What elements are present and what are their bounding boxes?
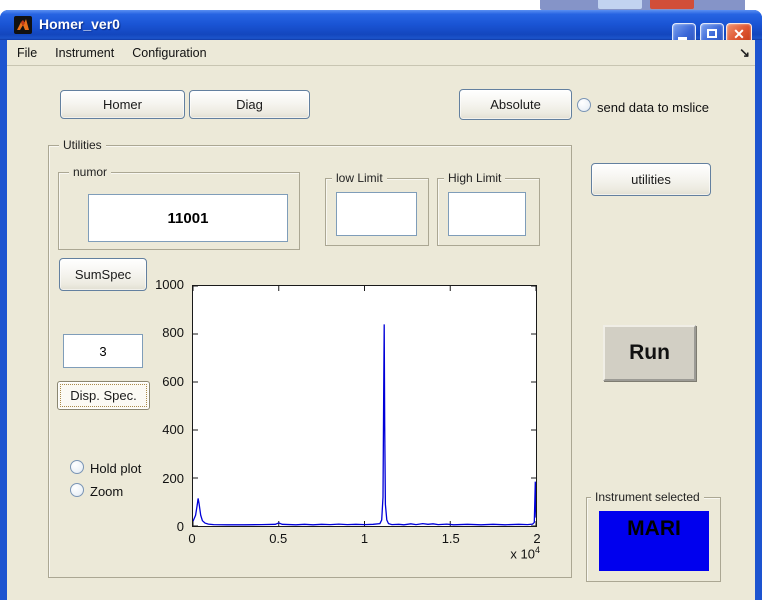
instrument-group-label: Instrument selected <box>591 490 704 504</box>
y-tick-label: 600 <box>140 374 184 389</box>
background-window-fragment <box>540 0 745 10</box>
homer-button[interactable]: Homer <box>60 90 185 119</box>
menu-configuration[interactable]: Configuration <box>130 44 208 62</box>
sumspec-button[interactable]: SumSpec <box>59 258 147 291</box>
low-limit-group-label: low Limit <box>332 171 387 185</box>
utilities-group-label: Utilities <box>59 138 106 152</box>
y-tick-label: 800 <box>140 325 184 340</box>
x-tick-label: 1 <box>340 531 390 546</box>
x-axis-scale-label: x 104 <box>478 545 540 561</box>
disp-spec-button[interactable]: Disp. Spec. <box>57 381 150 410</box>
diag-button[interactable]: Diag <box>189 90 310 119</box>
y-tick-label: 1000 <box>140 277 184 292</box>
high-limit-input[interactable] <box>448 192 526 236</box>
spectrum-plot[interactable] <box>192 285 537 527</box>
background-window-button[interactable] <box>598 0 642 9</box>
x-tick-label: 0 <box>167 531 217 546</box>
hold-plot-radio[interactable] <box>70 460 84 474</box>
restore-icon <box>707 29 717 38</box>
window-title: Homer_ver0 <box>39 16 120 32</box>
menu-instrument[interactable]: Instrument <box>53 44 116 62</box>
screen: Homer_ver0 ✕ File Instrument Configurati… <box>0 0 762 600</box>
spec-number-input[interactable]: 3 <box>63 334 143 368</box>
zoom-radio[interactable] <box>70 483 84 497</box>
high-limit-group-label: High Limit <box>444 171 505 185</box>
send-data-radio[interactable] <box>577 98 591 112</box>
y-tick-label: 200 <box>140 471 184 486</box>
x-tick-label: 2 <box>512 531 562 546</box>
numor-group-label: numor <box>69 165 111 179</box>
x-tick-label: 0.5 <box>253 531 303 546</box>
x-tick-label: 1.5 <box>426 531 476 546</box>
absolute-button[interactable]: Absolute <box>459 89 572 120</box>
instrument-group: Instrument selected MARI <box>586 497 721 582</box>
numor-input[interactable]: 11001 <box>88 194 288 242</box>
send-data-radio-label: send data to mslice <box>597 100 709 115</box>
matlab-logo-icon <box>14 16 32 34</box>
hold-plot-radio-label: Hold plot <box>90 461 141 476</box>
background-window-close-button[interactable] <box>650 0 694 9</box>
utilities-button[interactable]: utilities <box>591 163 711 196</box>
low-limit-input[interactable] <box>336 192 417 236</box>
plot-canvas <box>193 286 536 526</box>
title-bar[interactable]: Homer_ver0 ✕ <box>0 10 762 40</box>
zoom-radio-label: Zoom <box>90 484 123 499</box>
instrument-display: MARI <box>599 511 709 571</box>
menu-bar: File Instrument Configuration <box>7 40 755 66</box>
menu-file[interactable]: File <box>15 44 39 62</box>
y-tick-label: 400 <box>140 422 184 437</box>
menu-corner-arrow-icon[interactable]: ↘ <box>739 45 750 61</box>
run-button[interactable]: Run <box>603 325 696 381</box>
